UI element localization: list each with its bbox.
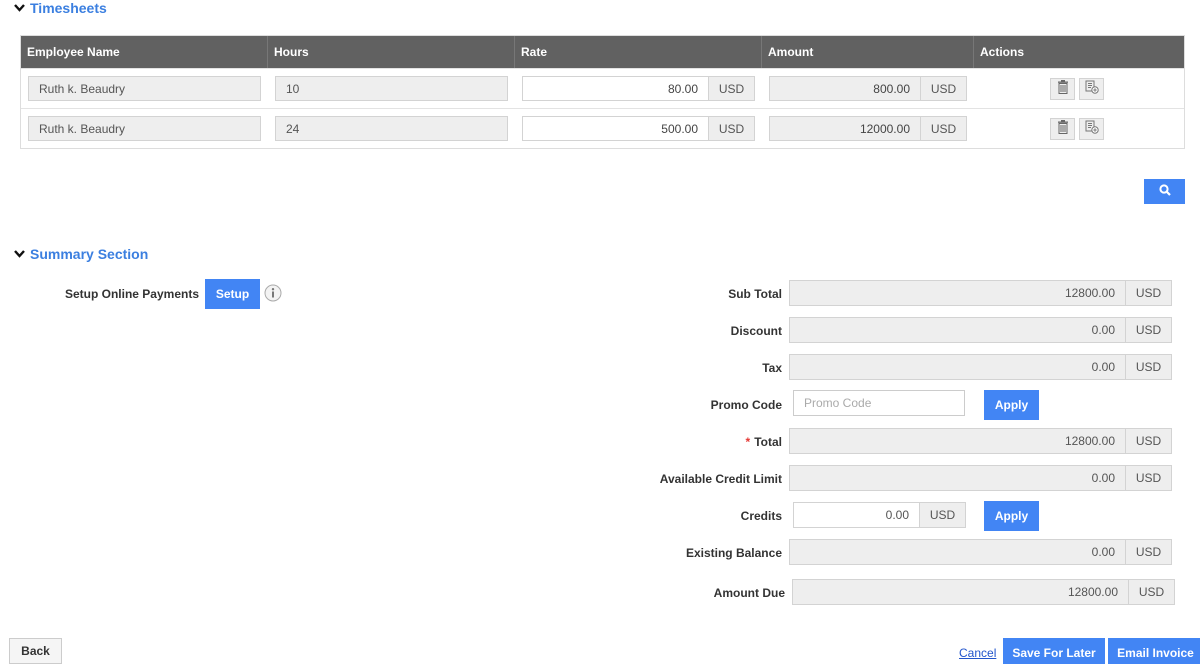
- search-button[interactable]: [1144, 179, 1185, 204]
- rate-currency: USD: [709, 116, 755, 141]
- credits-field[interactable]: 0.00 USD: [793, 502, 966, 528]
- setup-online-payments-label: Setup Online Payments: [64, 287, 199, 301]
- sub-total-value: 12800.00: [789, 280, 1126, 306]
- summary-section-toggle[interactable]: Summary Section: [12, 246, 148, 262]
- credits-value[interactable]: 0.00: [793, 502, 920, 528]
- tax-field: 0.00 USD: [789, 354, 1172, 380]
- tax-label: Tax: [762, 361, 782, 375]
- rate-value[interactable]: 80.00: [522, 76, 709, 101]
- column-hours: Hours: [268, 36, 515, 68]
- existing-balance-currency: USD: [1126, 539, 1172, 565]
- total-field: 12800.00 USD: [789, 428, 1172, 454]
- delete-row-button[interactable]: [1050, 77, 1075, 100]
- sub-total-label: Sub Total: [728, 287, 782, 301]
- add-entry-button[interactable]: [1079, 117, 1104, 140]
- discount-label: Discount: [730, 324, 782, 338]
- column-amount: Amount: [762, 36, 974, 68]
- amount-value: 800.00: [769, 76, 921, 101]
- discount-value: 0.00: [789, 317, 1126, 343]
- amount-due-label: Amount Due: [713, 586, 785, 600]
- tax-currency: USD: [1126, 354, 1172, 380]
- rate-field[interactable]: 80.00 USD: [522, 76, 755, 101]
- amount-due-value: 12800.00: [792, 579, 1129, 605]
- credits-label: Credits: [740, 509, 782, 523]
- existing-balance-label: Existing Balance: [685, 546, 782, 560]
- setup-button[interactable]: Setup: [205, 279, 260, 309]
- add-entry-icon: [1085, 80, 1099, 97]
- employee-name-field: Ruth k. Beaudry: [28, 116, 261, 141]
- total-label-wrap: * Total: [600, 435, 782, 449]
- existing-balance-field: 0.00 USD: [789, 539, 1172, 565]
- info-icon[interactable]: [264, 284, 282, 305]
- sub-total-field: 12800.00 USD: [789, 280, 1172, 306]
- amount-field: 12000.00 USD: [769, 116, 967, 141]
- available-credit-limit-value: 0.00: [789, 465, 1126, 491]
- amount-value: 12000.00: [769, 116, 921, 141]
- credits-apply-button[interactable]: Apply: [984, 501, 1039, 531]
- discount-currency: USD: [1126, 317, 1172, 343]
- delete-row-button[interactable]: [1050, 117, 1075, 140]
- tax-value: 0.00: [789, 354, 1126, 380]
- summary-title: Summary Section: [30, 246, 149, 262]
- back-button[interactable]: Back: [9, 638, 62, 664]
- column-actions: Actions: [980, 45, 1025, 59]
- employee-name-field: Ruth k. Beaudry: [28, 76, 261, 101]
- hours-field: 24: [275, 116, 508, 141]
- amount-currency: USD: [921, 116, 967, 141]
- chevron-down-icon: [12, 1, 26, 15]
- email-invoice-button[interactable]: Email Invoice: [1108, 638, 1200, 664]
- discount-field: 0.00 USD: [789, 317, 1172, 343]
- required-marker: *: [745, 435, 751, 449]
- add-entry-button[interactable]: [1079, 77, 1104, 100]
- save-for-later-button[interactable]: Save For Later: [1003, 638, 1105, 664]
- available-credit-limit-field: 0.00 USD: [789, 465, 1172, 491]
- promo-apply-button[interactable]: Apply: [984, 390, 1039, 420]
- timesheets-section-toggle[interactable]: Timesheets: [12, 0, 107, 16]
- available-credit-limit-label: Available Credit Limit: [659, 472, 782, 486]
- promo-code-label: Promo Code: [710, 398, 782, 412]
- trash-icon: [1057, 80, 1069, 97]
- table-row: Ruth k. Beaudry 10 80.00 USD 800.00 USD: [21, 68, 1184, 108]
- cancel-link[interactable]: Cancel: [959, 646, 996, 660]
- table-row: Ruth k. Beaudry 24 500.00 USD 12000.00 U…: [21, 108, 1184, 148]
- table-header: Employee Name Hours Rate Amount Actions: [21, 36, 1184, 68]
- timesheets-table: Employee Name Hours Rate Amount Actions …: [20, 35, 1185, 149]
- column-employee-name: Employee Name: [21, 36, 268, 68]
- amount-currency: USD: [921, 76, 967, 101]
- rate-field[interactable]: 500.00 USD: [522, 116, 755, 141]
- amount-due-currency: USD: [1129, 579, 1175, 605]
- promo-code-input[interactable]: [793, 390, 965, 416]
- sub-total-currency: USD: [1126, 280, 1172, 306]
- chevron-down-icon: [12, 247, 26, 261]
- existing-balance-value: 0.00: [789, 539, 1126, 565]
- amount-field: 800.00 USD: [769, 76, 967, 101]
- rate-value[interactable]: 500.00: [522, 116, 709, 141]
- total-label: Total: [754, 435, 782, 449]
- rate-currency: USD: [709, 76, 755, 101]
- trash-icon: [1057, 120, 1069, 137]
- add-entry-icon: [1085, 120, 1099, 137]
- hours-field: 10: [275, 76, 508, 101]
- timesheets-title: Timesheets: [30, 0, 107, 16]
- column-rate: Rate: [515, 36, 762, 68]
- total-value: 12800.00: [789, 428, 1126, 454]
- total-currency: USD: [1126, 428, 1172, 454]
- credits-currency: USD: [920, 502, 966, 528]
- available-credit-limit-currency: USD: [1126, 465, 1172, 491]
- amount-due-field: 12800.00 USD: [792, 579, 1175, 605]
- search-icon: [1158, 184, 1171, 199]
